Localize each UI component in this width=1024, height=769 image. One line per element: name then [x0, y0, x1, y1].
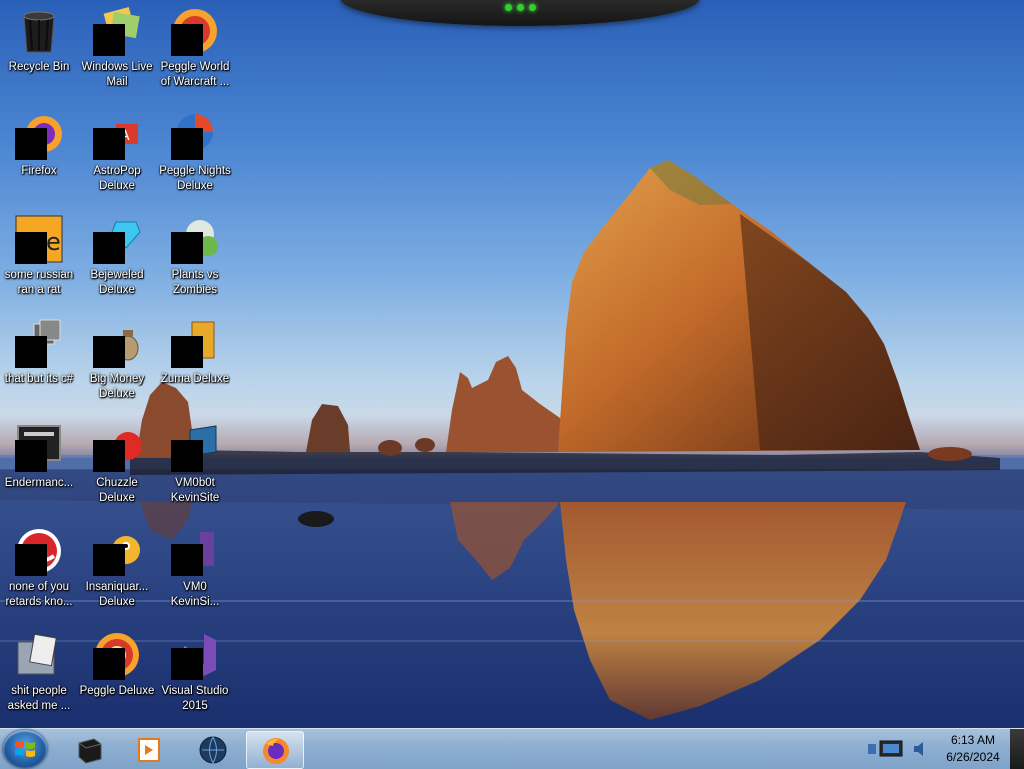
redaction-box — [15, 128, 47, 160]
desktop-icon-label: VM0b0t KevinSite — [170, 477, 220, 504]
taskbar-pin-globe[interactable] — [184, 731, 240, 767]
redaction-box — [93, 128, 125, 160]
desktop-icon-label: Endermanc... — [4, 477, 74, 489]
desktop-icon-label: none of you retards kno... — [5, 581, 73, 608]
windows-logo-icon — [15, 741, 35, 757]
desktop-icon-plants-vs-zombies[interactable]: Plants vs Zombies — [156, 210, 234, 310]
desktop-icon-label: that but its c# — [4, 373, 74, 385]
desktop-icon-label: shit people asked me ... — [7, 685, 71, 712]
desktop-icon-vm-purple[interactable]: VM0 KevinSi... — [156, 522, 234, 622]
desktop-icon-label: Chuzzle Deluxe — [96, 477, 138, 504]
desktop-icon-insaniquarium[interactable]: Insaniquar... Deluxe — [78, 522, 156, 622]
clock-time: 6:13 AM — [950, 733, 996, 747]
desktop-icon-label: VM0 KevinSi... — [170, 581, 220, 608]
desktop-icon-red-ball[interactable]: none of you retards kno... — [0, 522, 78, 622]
desktop-icon-endermanch[interactable]: Endermanc... — [0, 418, 78, 518]
desktop-icon-label: Insaniquar... Deluxe — [85, 581, 149, 608]
desktop-icon-label: Bejeweled Deluxe — [90, 269, 144, 296]
taskbar-clock[interactable]: 6:13 AM 6/26/2024 — [935, 732, 1011, 768]
media-player-icon — [138, 738, 160, 762]
desktop-icon-csharp[interactable]: that but its c# — [0, 314, 78, 414]
system-tray — [860, 729, 930, 769]
desktop-icon-recycle-bin[interactable]: Recycle Bin — [0, 2, 78, 102]
desktop-icon-folder-doc[interactable]: shit people asked me ... — [0, 626, 78, 726]
folder-doc-icon — [17, 633, 57, 675]
redaction-box — [171, 544, 203, 576]
desktop-icon-astropop[interactable]: A AstroPop Deluxe — [78, 106, 156, 206]
redaction-box — [171, 336, 203, 368]
desktop-icon-firefox[interactable]: Firefox — [0, 106, 78, 206]
taskbar: 6:13 AM 6/26/2024 — [0, 728, 1024, 769]
redaction-box — [93, 440, 125, 472]
redaction-box — [171, 440, 203, 472]
globe-icon — [199, 736, 227, 764]
redaction-box — [93, 232, 125, 264]
volume-icon[interactable] — [912, 738, 928, 760]
redaction-box — [93, 24, 125, 56]
redaction-box — [15, 336, 47, 368]
desktop-icon-label: Plants vs Zombies — [171, 269, 219, 296]
redaction-box — [15, 544, 47, 576]
network-icon[interactable] — [866, 738, 910, 760]
desktop-icon-label: Peggle Nights Deluxe — [159, 165, 231, 192]
taskbar-pin-media-player[interactable] — [120, 731, 176, 767]
clock-date: 6/26/2024 — [946, 750, 1000, 764]
desktop-icon-label: AstroPop Deluxe — [93, 165, 141, 192]
desktop-icon-vm-kevinsite[interactable]: VM0b0t KevinSite — [156, 418, 234, 518]
desktop-icon-visual-studio[interactable]: Visual Studio 2015 — [156, 626, 234, 726]
taskbar-pin-firefox[interactable] — [246, 731, 304, 769]
desktop-icon-label: Recycle Bin — [8, 61, 70, 73]
redaction-box — [93, 648, 125, 680]
desktop-icon-big-money[interactable]: Big Money Deluxe — [78, 314, 156, 414]
black-cube-icon — [78, 738, 102, 764]
desktop-icon-label: some russian ran a rat — [4, 269, 74, 296]
desktop-icon-label: Zuma Deluxe — [160, 373, 230, 385]
desktop-icon-label: Firefox — [21, 165, 57, 177]
desktop-icon-peggle-wow[interactable]: Peggle World of Warcraft ... — [156, 2, 234, 102]
desktop-icon-label: Peggle Deluxe — [79, 685, 155, 697]
desktop-icon-russian-app[interactable]: e some russian ran a rat — [0, 210, 78, 310]
show-desktop-button[interactable] — [1010, 729, 1024, 769]
redaction-box — [15, 232, 47, 264]
desktop[interactable]: Recycle Bin Firefox e some russian ran a… — [0, 0, 1024, 728]
desktop-icon-label: Peggle World of Warcraft ... — [160, 61, 230, 88]
redaction-box — [171, 128, 203, 160]
desktop-icon-bejeweled[interactable]: Bejeweled Deluxe — [78, 210, 156, 310]
redaction-box — [171, 648, 203, 680]
desktop-icon-chuzzle[interactable]: Chuzzle Deluxe — [78, 418, 156, 518]
redaction-box — [93, 544, 125, 576]
desktop-icon-label: Windows Live Mail — [81, 61, 153, 88]
redaction-box — [93, 336, 125, 368]
redaction-box — [171, 232, 203, 264]
top-notch-gadget — [340, 0, 700, 26]
redaction-box — [15, 440, 47, 472]
desktop-icon-label: Big Money Deluxe — [89, 373, 145, 400]
desktop-icon-zuma[interactable]: Zuma Deluxe — [156, 314, 234, 414]
svg-text:e: e — [46, 228, 61, 256]
recycle-bin-icon — [23, 11, 55, 53]
status-leds — [496, 4, 544, 14]
taskbar-pin-black-cube[interactable] — [60, 731, 116, 767]
redaction-box — [171, 24, 203, 56]
desktop-icon-windows-live-mail[interactable]: Windows Live Mail — [78, 2, 156, 102]
desktop-icon-peggle-nights[interactable]: Peggle Nights Deluxe — [156, 106, 234, 206]
desktop-icon-peggle[interactable]: Peggle Deluxe — [78, 626, 156, 726]
desktop-icon-label: Visual Studio 2015 — [161, 685, 229, 712]
start-button[interactable] — [3, 730, 47, 768]
firefox-icon — [263, 738, 289, 764]
